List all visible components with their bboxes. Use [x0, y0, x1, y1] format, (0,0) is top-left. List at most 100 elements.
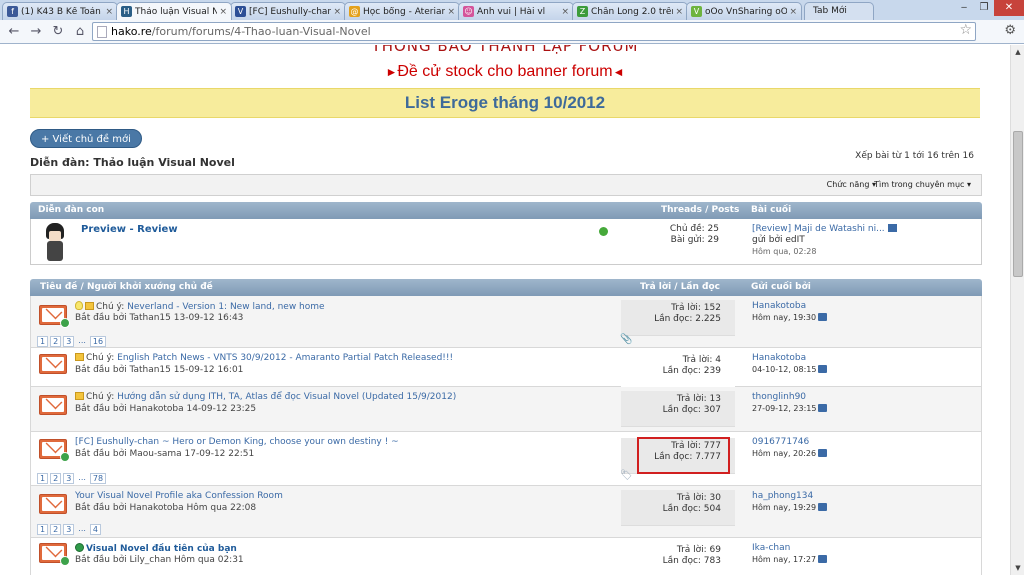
- last-post-time: Hôm nay, 20:26: [752, 449, 817, 458]
- thread-title-link[interactable]: Hướng dẫn sử dụng ITH, TA, Atlas để đọc …: [117, 392, 456, 402]
- browser-tab[interactable]: ☺ Ảnh vui | Hài vl ×: [458, 2, 574, 20]
- last-poster-link[interactable]: Ika-chan: [752, 543, 827, 554]
- back-icon[interactable]: ←: [6, 24, 22, 40]
- scroll-down-icon[interactable]: ▼: [1012, 562, 1024, 574]
- maximize-icon[interactable]: ❐: [974, 0, 994, 16]
- lightbulb-icon: [75, 301, 83, 310]
- thread-status-icon: [39, 543, 70, 566]
- browser-tab[interactable]: @ Học bổng - Aterian ×: [344, 2, 460, 20]
- last-poster-link[interactable]: Hanakotoba: [752, 301, 827, 312]
- close-tab-icon[interactable]: ×: [333, 7, 341, 17]
- subforum-header: Diễn đàn con Threads / Posts Bài cuối: [30, 202, 982, 219]
- page-link[interactable]: 2: [50, 336, 62, 347]
- page-link[interactable]: 2: [50, 524, 62, 535]
- thread-title-link[interactable]: Neverland - Version 1: New land, new hom…: [127, 302, 324, 312]
- triangle-right-icon: ►: [385, 65, 398, 79]
- last-post-time: Hôm nay, 17:27: [752, 555, 817, 564]
- subforum-link[interactable]: Preview - Review: [81, 224, 178, 235]
- page-link[interactable]: 3: [63, 473, 75, 484]
- reply-count: Trả lời: 152: [671, 303, 721, 313]
- features-menu[interactable]: Chức năng ▾: [827, 180, 876, 189]
- col-title-starter[interactable]: Tiêu đề / Người khởi xướng chủ đề: [40, 279, 213, 296]
- close-window-icon[interactable]: ✕: [994, 0, 1024, 16]
- last-poster-link[interactable]: thonglinh90: [752, 392, 827, 403]
- thread-title-link[interactable]: Your Visual Novel Profile aka Confession…: [75, 491, 283, 501]
- close-tab-icon[interactable]: ×: [447, 7, 455, 17]
- thread-title-link[interactable]: Visual Novel đầu tiên của bạn: [86, 544, 237, 554]
- page-link[interactable]: 2: [50, 473, 62, 484]
- thread-starter: Bắt đầu bởi Maou-sama 17-09-12 22:51: [75, 449, 255, 459]
- last-post-link[interactable]: [Review] Maji de Watashi ni...: [752, 224, 897, 235]
- page-link[interactable]: 1: [37, 336, 49, 347]
- scroll-thumb[interactable]: [1013, 131, 1023, 277]
- browser-tab[interactable]: Z Chân Long 2.0 trên ×: [572, 2, 688, 20]
- last-poster: Ika-chan Hôm nay, 17:27: [752, 543, 828, 565]
- zing-icon: Z: [577, 6, 588, 17]
- thread-page-links: 1 2 3... 16: [37, 336, 108, 347]
- cut-off-heading[interactable]: THÔNG BÁO THÀNH LẬP FORUM: [16, 45, 994, 55]
- last-poster-link[interactable]: 0916771746: [752, 437, 827, 448]
- wrench-menu-icon[interactable]: ⚙: [1004, 23, 1016, 38]
- browser-tab[interactable]: f (1) K43 B Kế Toán ×: [2, 2, 118, 20]
- address-bar[interactable]: hako.re/forum/forums/4-Thao-luan-Visual-…: [92, 22, 976, 41]
- col-replies-views[interactable]: Trả lời / Lần đọc: [640, 279, 720, 296]
- window-controls: ‒ ❐ ✕: [954, 0, 1024, 16]
- close-tab-icon[interactable]: ×: [561, 7, 569, 17]
- close-tab-icon[interactable]: ×: [219, 7, 227, 17]
- thread-row: Chú ý: Hướng dẫn sử dụng ITH, TA, Atlas …: [30, 387, 982, 432]
- bookmark-star-icon[interactable]: ☆: [959, 22, 972, 38]
- page-link[interactable]: 16: [89, 336, 107, 347]
- go-to-post-icon[interactable]: [818, 449, 828, 457]
- threads-header: Tiêu đề / Người khởi xướng chủ đề Trả lờ…: [30, 279, 982, 296]
- go-to-post-icon[interactable]: [818, 503, 828, 511]
- tab-title: Thảo luận Visual N: [135, 6, 218, 17]
- close-tab-icon[interactable]: ×: [105, 7, 113, 17]
- tab-title: Học bổng - Aterian: [363, 6, 446, 17]
- close-tab-icon[interactable]: ×: [789, 7, 797, 17]
- page-link[interactable]: 4: [89, 524, 102, 535]
- thread-row: [FC] Eushully-chan ~ Hero or Demon King,…: [30, 432, 982, 486]
- thread-prefix: Chú ý:: [86, 392, 115, 402]
- page-link[interactable]: 78: [89, 473, 107, 484]
- last-poster: Hanakotoba 04-10-12, 08:15: [752, 353, 828, 375]
- subforum-col-last: Bài cuối: [751, 205, 792, 215]
- go-to-post-icon[interactable]: [887, 224, 897, 232]
- last-poster: Hanakotoba Hôm nay, 19:30: [752, 301, 828, 323]
- page-ellipsis: ...: [78, 524, 86, 533]
- thread-status-icon: [39, 494, 67, 514]
- last-poster-link[interactable]: Hanakotoba: [752, 353, 827, 364]
- subforum-col-title: Diễn đàn con: [38, 205, 105, 215]
- home-icon[interactable]: ⌂: [72, 24, 88, 40]
- page-icon: [97, 26, 107, 38]
- last-poster-link[interactable]: ha_phong134: [752, 491, 827, 502]
- search-forum-menu[interactable]: Tìm trong chuyên mục ▾: [874, 180, 971, 189]
- thread-title-line: [FC] Eushully-chan ~ Hero or Demon King,…: [75, 437, 399, 447]
- page-link[interactable]: 1: [37, 524, 49, 535]
- forward-icon[interactable]: →: [28, 24, 44, 40]
- browser-tab[interactable]: VoOo VnSharing oO ×: [686, 2, 802, 20]
- vertical-scrollbar[interactable]: ▲ ▼: [1010, 45, 1024, 575]
- minimize-icon[interactable]: ‒: [954, 0, 974, 16]
- thread-title-link[interactable]: English Patch News - VNTS 30/9/2012 - Am…: [117, 353, 453, 363]
- last-post-time: Hôm nay, 19:30: [752, 313, 817, 322]
- thread-stats: Trả lời: 13 Lần đọc: 307: [621, 391, 735, 427]
- new-tab-button[interactable]: Tab Mới: [804, 2, 874, 20]
- banner-link[interactable]: ►Đề cử stock cho banner forum◄: [16, 63, 994, 81]
- page-link[interactable]: 3: [63, 524, 75, 535]
- thread-title-link[interactable]: [FC] Eushully-chan ~ Hero or Demon King,…: [75, 437, 399, 447]
- col-last-poster[interactable]: Gửi cuối bởi: [751, 279, 811, 296]
- page-link[interactable]: 3: [63, 336, 75, 347]
- go-to-post-icon[interactable]: [818, 313, 828, 321]
- page-link[interactable]: 1: [37, 473, 49, 484]
- go-to-post-icon[interactable]: [818, 365, 828, 373]
- go-to-post-icon[interactable]: [818, 555, 828, 563]
- new-thread-button[interactable]: + Viết chủ đề mới: [30, 129, 142, 148]
- announcement-bar[interactable]: List Eroge tháng 10/2012: [30, 88, 980, 118]
- reload-icon[interactable]: ↻: [50, 24, 66, 40]
- tag-icon: 🏷: [620, 470, 633, 481]
- close-tab-icon[interactable]: ×: [675, 7, 683, 17]
- scroll-up-icon[interactable]: ▲: [1012, 46, 1024, 58]
- browser-tab[interactable]: V [FC] Eushully-chan ×: [230, 2, 346, 20]
- go-to-post-icon[interactable]: [818, 404, 828, 412]
- browser-tab-active[interactable]: H Thảo luận Visual N ×: [116, 2, 232, 20]
